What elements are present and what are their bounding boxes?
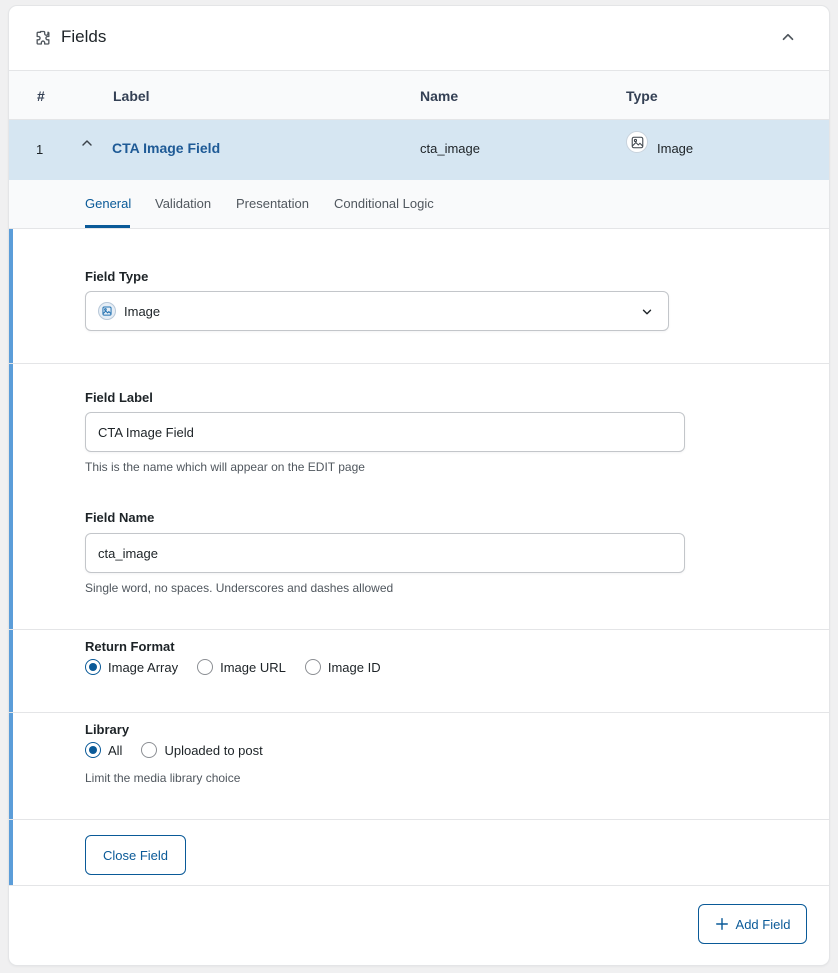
field-identity-section: Field Label This is the name which will … <box>9 364 829 630</box>
field-type-select[interactable]: Image <box>85 291 669 331</box>
tab-general[interactable]: General <box>85 196 131 211</box>
column-type: Type <box>626 88 658 104</box>
image-icon <box>626 131 648 153</box>
library-hint: Limit the media library choice <box>85 771 241 785</box>
field-name-label: Field Name <box>85 510 155 525</box>
panel-footer: Add Field <box>9 886 829 965</box>
field-label-hint: This is the name which will appear on th… <box>85 460 365 474</box>
puzzle-icon <box>36 30 50 45</box>
field-row-num: 1 <box>36 142 44 157</box>
library-label: Library <box>85 722 130 737</box>
radio-dot[interactable] <box>197 659 214 675</box>
image-icon <box>98 302 116 320</box>
radio-image-url[interactable]: Image URL <box>197 659 286 675</box>
radio-dot[interactable] <box>85 659 101 675</box>
fields-panel: Fields # Label Name Type 1 CTA Image Fie… <box>9 6 829 965</box>
plus-icon <box>715 918 728 930</box>
add-field-label: Add Field <box>735 916 791 932</box>
field-row-label-link[interactable]: CTA Image Field <box>112 140 220 156</box>
radio-dot[interactable] <box>304 659 321 675</box>
field-row[interactable]: 1 CTA Image Field cta_image Image <box>9 120 829 180</box>
tab-conditional-logic[interactable]: Conditional Logic <box>334 196 434 211</box>
field-type-value: Image <box>124 304 161 319</box>
return-format-section: Return Format Image Array Image URL Imag… <box>9 630 829 713</box>
close-field-button[interactable]: Close Field <box>85 835 186 875</box>
field-label-label: Field Label <box>85 390 153 405</box>
chevron-down-icon <box>642 309 652 315</box>
tab-presentation[interactable]: Presentation <box>236 196 309 211</box>
field-row-name: cta_image <box>420 141 480 156</box>
tab-validation[interactable]: Validation <box>155 196 211 211</box>
library-section: Library All Uploaded to post Limit the m… <box>9 713 829 820</box>
column-name: Name <box>420 88 459 104</box>
library-radios: All Uploaded to post <box>85 742 282 758</box>
radio-dot[interactable] <box>141 742 158 758</box>
radio-image-id[interactable]: Image ID <box>304 659 381 675</box>
panel-title: Fields <box>61 27 107 46</box>
active-tab-indicator <box>85 225 130 228</box>
radio-library-all[interactable]: All <box>85 742 122 758</box>
field-label-input[interactable] <box>85 412 685 452</box>
chevron-up-icon[interactable] <box>79 135 95 151</box>
close-field-section: Close Field <box>9 820 829 886</box>
field-row-type: Image <box>657 141 694 156</box>
field-type-section: Field Type Image <box>9 229 829 364</box>
column-headers: # Label Name Type <box>9 71 829 120</box>
settings-tabs: General Validation Presentation Conditio… <box>9 180 829 229</box>
field-name-hint: Single word, no spaces. Underscores and … <box>85 581 394 595</box>
collapse-chevron-up-icon[interactable] <box>779 28 797 46</box>
add-field-button[interactable]: Add Field <box>698 904 807 944</box>
field-settings: General Validation Presentation Conditio… <box>9 180 829 886</box>
panel-header: Fields <box>9 6 829 71</box>
radio-dot[interactable] <box>85 742 101 758</box>
return-format-radios: Image Array Image URL Image ID <box>85 659 400 675</box>
radio-image-array[interactable]: Image Array <box>85 659 178 675</box>
field-type-label: Field Type <box>85 269 149 284</box>
column-num: # <box>37 88 45 104</box>
return-format-label: Return Format <box>85 639 175 654</box>
radio-library-uploaded[interactable]: Uploaded to post <box>141 742 263 758</box>
column-label: Label <box>113 88 150 104</box>
field-name-input[interactable] <box>85 533 685 573</box>
